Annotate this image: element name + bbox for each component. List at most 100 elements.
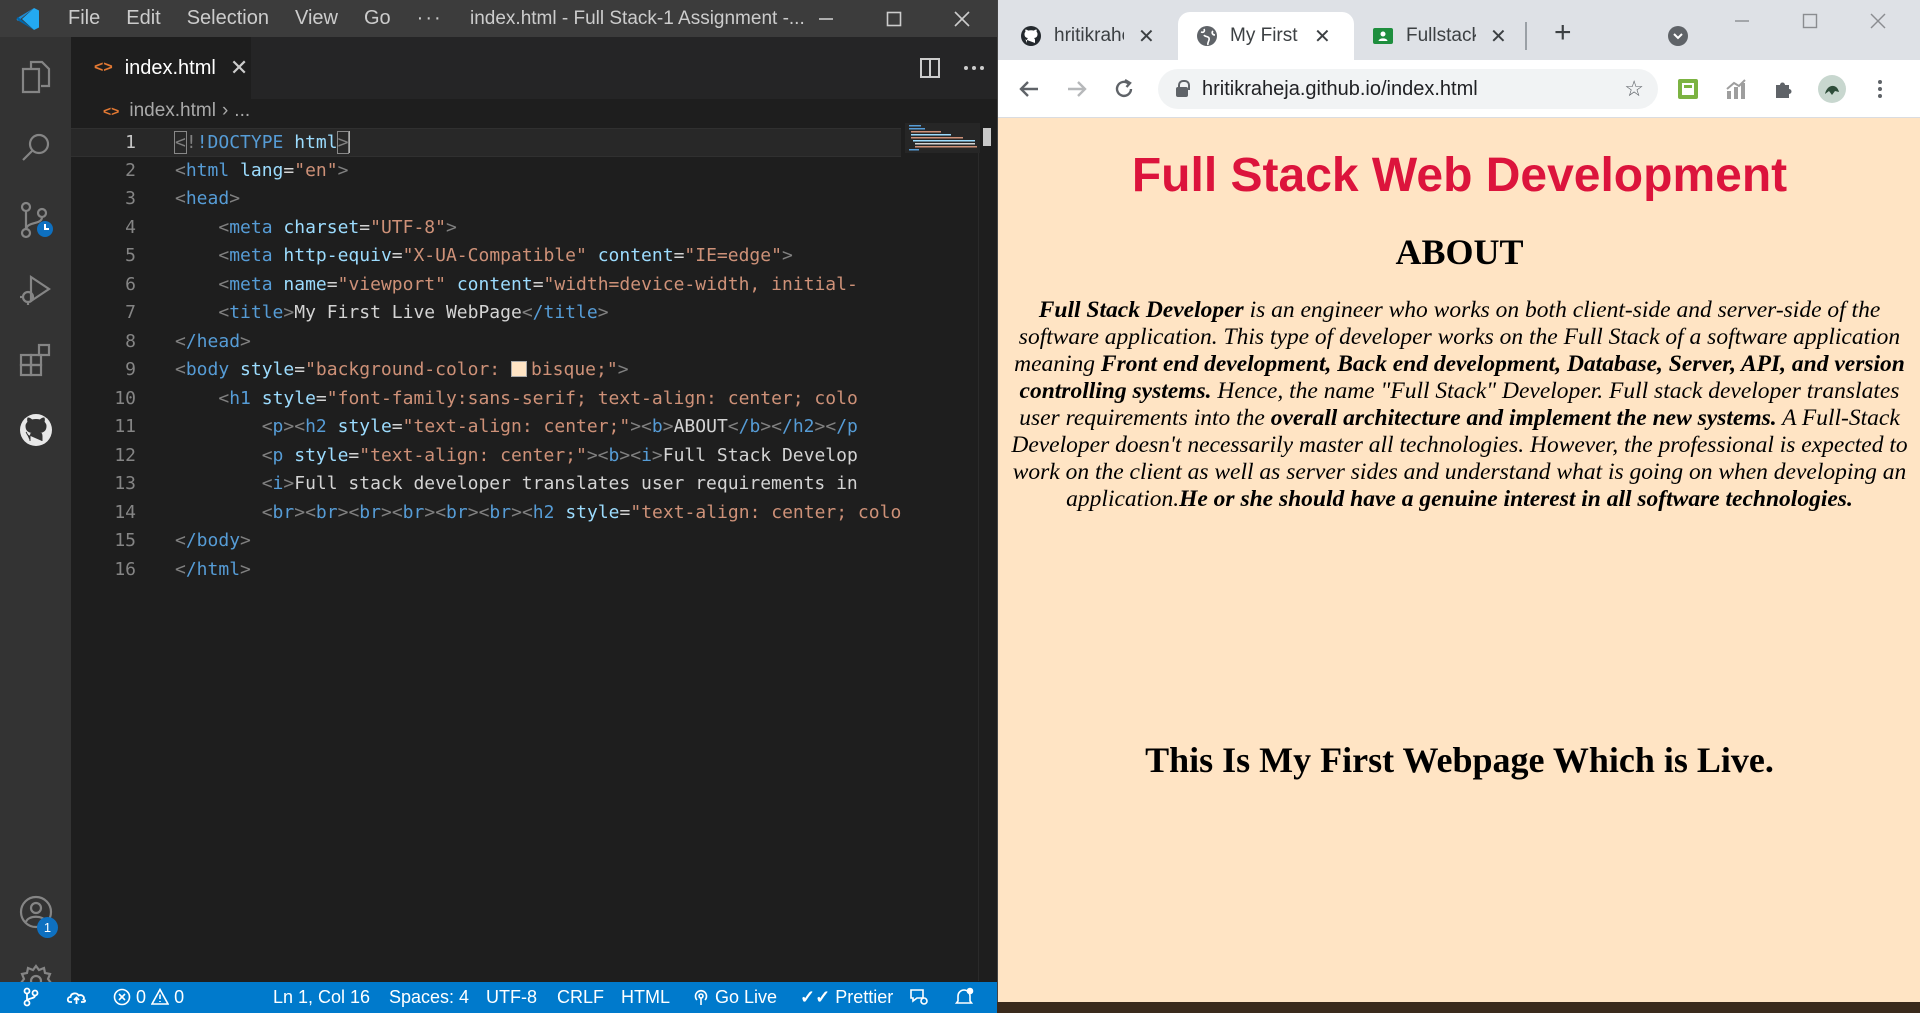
new-tab-button[interactable]: + (1554, 16, 1572, 50)
chrome-close-button[interactable] (1844, 0, 1912, 42)
broadcast-icon (694, 989, 708, 1005)
tab-index-html[interactable]: <> index.html ✕ (71, 37, 251, 99)
back-arrow-icon[interactable] (1009, 60, 1049, 118)
forward-arrow-icon[interactable] (1057, 60, 1097, 118)
minimap[interactable] (905, 123, 980, 153)
breadcrumb-symbol[interactable]: ... (234, 100, 250, 122)
code-line: 1 <!!DOCTYPE html> (71, 128, 901, 157)
text-cursor (348, 131, 351, 153)
chrome-maximize-button[interactable] (1776, 0, 1844, 42)
html-file-icon: <> (103, 103, 120, 119)
vscode-titlebar: File Edit Selection View Go ··· index.ht… (0, 0, 997, 37)
chrome-window: hritikrahe ✕ My First L ✕ Fullstack I ✕ … (997, 0, 1920, 1002)
go-live-button[interactable]: Go Live (692, 982, 777, 1013)
tab-close-button[interactable]: ✕ (230, 55, 248, 81)
page-heading: Full Stack Web Development (1131, 149, 1788, 202)
color-swatch[interactable] (510, 361, 527, 377)
menu-view[interactable]: View (282, 0, 351, 37)
code-editor[interactable]: 1 <!!DOCTYPE html> 2 <html lang="en"> 3 <he… (71, 128, 901, 978)
tab-my-first-live-webpage[interactable]: My First L ✕ (1178, 12, 1354, 60)
bookmark-star-icon[interactable]: ☆ (1624, 76, 1644, 102)
split-editor-icon[interactable] (919, 57, 941, 79)
extensions-icon[interactable] (0, 325, 71, 395)
breadcrumb-separator: › (221, 100, 229, 121)
vscode-window: File Edit Selection View Go ··· index.ht… (0, 0, 997, 1013)
breadcrumb-file[interactable]: index.html (129, 100, 216, 122)
accounts-icon[interactable]: 1 (0, 877, 71, 947)
lock-icon[interactable] (1176, 80, 1190, 97)
run-debug-icon[interactable] (0, 255, 71, 325)
tab-title: Fullstack I (1406, 25, 1476, 46)
window-title: index.html - Full Stack-1 Assignment -..… (470, 8, 805, 29)
chrome-menu-icon[interactable] (1862, 60, 1898, 118)
code-line: 10 <h1 style="font-family:sans-serif; te… (114, 387, 858, 409)
maximize-button[interactable] (860, 0, 928, 37)
more-actions-icon[interactable] (963, 57, 985, 79)
classroom-icon (1372, 25, 1394, 47)
menu-go[interactable]: Go (351, 0, 404, 37)
live-heading: This Is My First Webpage Which is Live. (1145, 740, 1774, 780)
encoding[interactable]: UTF-8 (486, 982, 537, 1013)
code-line: 6 <meta name="viewport" content="width=d… (125, 273, 858, 295)
extensions-puzzle-icon[interactable] (1766, 60, 1802, 118)
address-bar[interactable]: hritikraheja.github.io/index.html ☆ (1158, 69, 1658, 109)
desktop-background (997, 1002, 1920, 1013)
reload-icon[interactable] (1104, 60, 1144, 118)
analytics-extension-icon[interactable] (1718, 60, 1754, 118)
editor-actions (919, 37, 985, 99)
tab-search-icon[interactable] (1668, 26, 1688, 46)
chrome-minimize-button[interactable] (1708, 0, 1776, 42)
cursor-position[interactable]: Ln 1, Col 16 (273, 982, 370, 1013)
editor-scrollbar[interactable] (983, 128, 991, 146)
code-line: 2 <html lang="en"> (125, 159, 349, 181)
branch-icon[interactable] (22, 982, 40, 1013)
code-line: 9 <body style="background-color: bisque;"… (125, 359, 629, 380)
tab-github[interactable]: hritikrahe ✕ (1002, 12, 1155, 60)
vscode-logo-icon (0, 0, 55, 37)
indentation[interactable]: Spaces: 4 (389, 982, 469, 1013)
tab-label: index.html (124, 56, 216, 79)
explorer-icon[interactable] (0, 42, 71, 112)
html-file-icon: <> (94, 59, 113, 76)
code-line: 13 <i>Full stack developer translates us… (114, 473, 858, 494)
webpage-content: Full Stack Web Development ABOUT Full St… (998, 118, 1920, 1002)
tab-fullstack-classroom[interactable]: Fullstack I ✕ (1354, 12, 1507, 60)
line-ending[interactable]: CRLF (557, 982, 604, 1013)
editor-tab-bar: <> index.html ✕ (71, 37, 997, 99)
url-text: hritikraheja.github.io/index.html (1202, 77, 1478, 100)
code-line: 3 <head> (125, 188, 241, 209)
tab-close-icon[interactable]: ✕ (1314, 24, 1331, 49)
breadcrumb: <> index.html › ... (71, 99, 997, 123)
code-line: 12 <p style="text-align: center;"><b><i>… (114, 444, 858, 466)
menu-more[interactable]: ··· (404, 0, 456, 37)
notifications-bell-icon[interactable] (954, 982, 974, 1013)
menu-file[interactable]: File (55, 0, 113, 37)
source-control-icon[interactable] (0, 185, 71, 255)
prettier-button[interactable]: ✓✓ Prettier (800, 982, 893, 1013)
code-line: 5 <meta http-equiv="X-UA-Compatible" con… (125, 245, 793, 266)
tab-divider (1525, 22, 1527, 50)
go-live-label: Go Live (715, 987, 778, 1007)
sync-cloud-icon[interactable] (66, 982, 88, 1013)
prettier-label: Prettier (835, 987, 894, 1007)
problems-indicator[interactable]: 0 0 (113, 982, 184, 1013)
code-line: 11 <p><h2 style="text-align: center;"><b… (114, 416, 858, 437)
code-line: 4 <meta charset="UTF-8"> (125, 216, 457, 238)
sheets-extension-icon[interactable] (1670, 60, 1706, 118)
minimize-button[interactable] (792, 0, 860, 37)
github-icon[interactable] (0, 395, 71, 465)
language-mode[interactable]: HTML (621, 982, 670, 1013)
tab-close-icon[interactable]: ✕ (1490, 24, 1507, 49)
tab-title: My First L (1230, 25, 1300, 46)
search-icon[interactable] (0, 113, 71, 183)
chrome-tab-strip: hritikrahe ✕ My First L ✕ Fullstack I ✕ … (998, 0, 1920, 60)
about-paragraph: Full Stack Developer is an engineer who … (1011, 297, 1908, 512)
menu-edit[interactable]: Edit (113, 0, 173, 37)
profile-avatar[interactable] (1814, 60, 1850, 118)
menu-selection[interactable]: Selection (174, 0, 282, 37)
feedback-icon[interactable] (909, 982, 929, 1013)
tab-close-icon[interactable]: ✕ (1138, 24, 1155, 49)
accounts-badge: 1 (37, 917, 58, 938)
menu-bar: File Edit Selection View Go ··· (55, 0, 456, 37)
close-window-button[interactable] (928, 0, 996, 37)
